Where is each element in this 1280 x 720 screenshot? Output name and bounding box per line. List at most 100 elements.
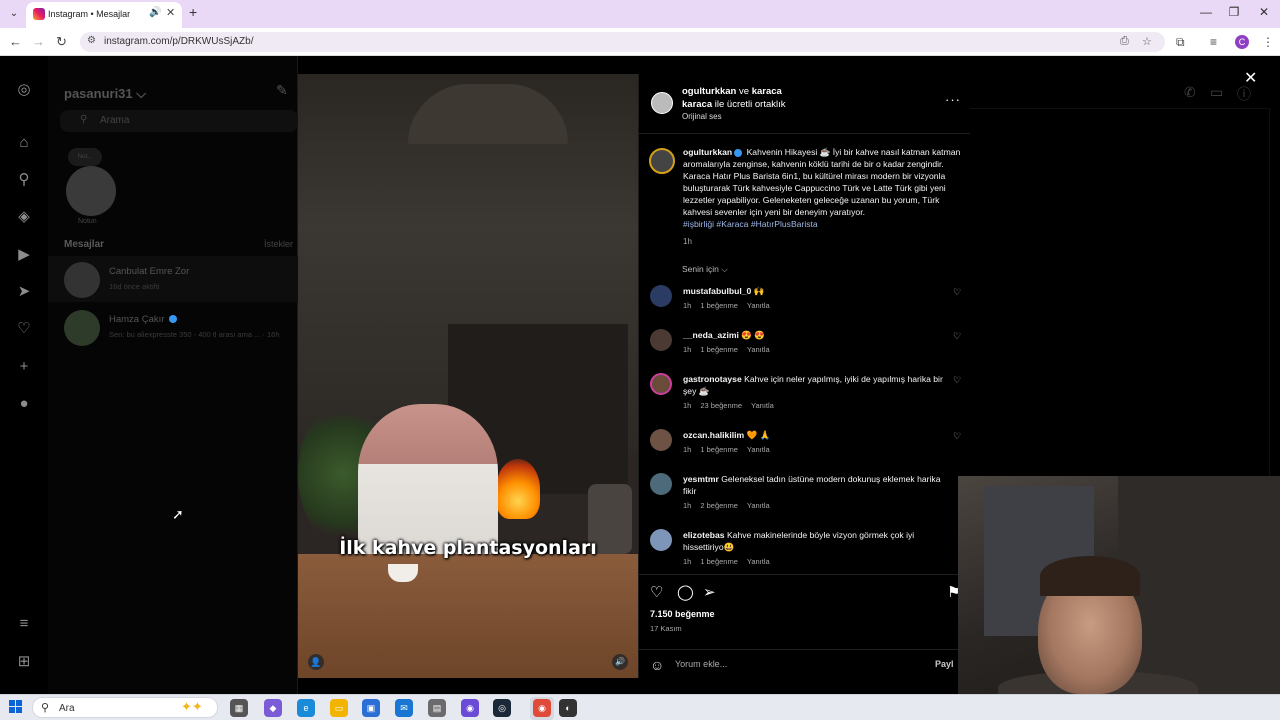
comment-sort-dropdown[interactable]: Senin için ⌵ — [682, 264, 728, 275]
browser-menu-icon[interactable]: ⋮ — [1262, 35, 1274, 49]
requests-link[interactable]: İstekler — [264, 239, 293, 249]
author-avatar[interactable] — [651, 92, 673, 114]
comment-avatar[interactable] — [650, 285, 672, 307]
address-bar[interactable]: ⚙ instagram.com/p/DRKWUsSjAZb/ ⎙ ☆ — [80, 32, 1165, 52]
caption-avatar[interactable] — [649, 148, 675, 174]
comment-bubble-icon[interactable]: ◯ — [677, 583, 694, 601]
microsoft-store-icon[interactable]: ▣ — [362, 699, 380, 717]
comment-avatar[interactable] — [650, 429, 672, 451]
explore-icon[interactable]: ◈ — [14, 207, 34, 227]
comment-input[interactable]: Yorum ekle... — [675, 659, 915, 669]
bookmark-star-icon[interactable]: ☆ — [1142, 35, 1152, 48]
tab-close-icon[interactable]: ✕ — [166, 6, 175, 19]
media-control-icon[interactable]: ≡ — [1210, 35, 1217, 49]
note-bubble[interactable]: Not... — [68, 148, 102, 166]
reply-button[interactable]: Yanıtla — [747, 501, 770, 510]
edge-icon[interactable]: e — [297, 699, 315, 717]
meta-apps-icon[interactable]: ⊞ — [14, 652, 34, 672]
comment-like-icon[interactable]: ♡ — [953, 375, 961, 386]
comment-text: elizotebas Kahve makinelerinde böyle viz… — [683, 530, 915, 552]
caption-username[interactable]: ogulturkkan — [683, 147, 732, 157]
reply-button[interactable]: Yanıtla — [747, 345, 770, 354]
search-icon[interactable]: ⚲ — [14, 170, 34, 190]
window-close-icon[interactable]: ✕ — [1254, 5, 1274, 19]
dm-username[interactable]: pasanuri31 ⌵ — [64, 86, 146, 102]
forward-icon[interactable]: → — [32, 34, 45, 49]
likes-count[interactable]: 7.150 beğenme — [650, 609, 715, 619]
conversation-item[interactable]: Hamza Çakır Sen: bu aliexpresste 350 - 4… — [48, 304, 298, 350]
reply-button[interactable]: Yanıtla — [751, 401, 774, 410]
comment-like-icon[interactable]: ♡ — [953, 431, 961, 442]
taskbar-search-text: Ara — [59, 703, 75, 714]
audio-toggle-icon[interactable]: 🔊 — [612, 654, 628, 670]
conversation-status: 16d önce aktifti — [109, 282, 160, 291]
note-label: Notun — [78, 218, 97, 225]
create-icon[interactable]: + — [14, 357, 34, 377]
new-tab-icon[interactable]: + — [189, 4, 197, 20]
conversation-preview: Sen: bu aliexpresste 350 - 400 tl arası … — [109, 330, 280, 339]
site-info-icon[interactable]: ⚙ — [87, 35, 96, 46]
windows-start-icon[interactable] — [9, 700, 23, 714]
conversation-name: Canbulat Emre Zor — [109, 266, 190, 277]
search-icon: ⚲ — [80, 114, 88, 125]
task-view-icon[interactable]: ▦ — [230, 699, 248, 717]
reply-button[interactable]: Yanıtla — [747, 557, 770, 566]
instagram-logo-icon[interactable]: ◎ — [14, 80, 34, 100]
browser-tab[interactable]: Instagram • Mesajlar 🔊 ✕ — [26, 2, 182, 28]
like-heart-icon[interactable]: ♡ — [650, 583, 663, 601]
notifications-heart-icon[interactable]: ♡ — [14, 319, 34, 339]
tab-search-icon[interactable]: ⌄ — [6, 6, 22, 22]
dm-search-input[interactable]: ⚲ Arama — [60, 110, 298, 132]
tagged-users-icon[interactable]: 👤 — [308, 654, 324, 670]
comment-like-icon[interactable]: ♡ — [953, 287, 961, 298]
mouse-cursor-icon: ➚ — [172, 506, 184, 522]
comment-avatar[interactable] — [650, 329, 672, 351]
restore-icon[interactable]: ❐ — [1224, 5, 1244, 19]
steam-icon[interactable]: ◎ — [493, 699, 511, 717]
conversation-avatar — [64, 310, 100, 346]
comment-like-icon[interactable]: ♡ — [953, 331, 961, 342]
emoji-icon[interactable]: ☺ — [650, 657, 664, 673]
audio-label[interactable]: Orijinal ses — [682, 112, 722, 121]
reply-button[interactable]: Yanıtla — [747, 445, 770, 454]
comment-avatar[interactable] — [650, 529, 672, 551]
post-authors[interactable]: ogulturkkan ve karaca — [682, 86, 782, 97]
browser-profile-avatar[interactable]: C — [1235, 35, 1249, 49]
paid-partnership-label[interactable]: karaca ile ücretli ortaklık — [682, 99, 786, 110]
discord-icon[interactable]: ◉ — [461, 699, 479, 717]
caption-hashtags[interactable]: #işbirliği #Karaca #HatırPlusBarista — [683, 219, 818, 229]
copilot-icon[interactable]: ◆ — [264, 699, 282, 717]
dm-search-placeholder: Arama — [100, 115, 130, 126]
comment-meta: 1h 1 beğenme Yanıtla — [683, 345, 770, 354]
share-icon[interactable]: ➢ — [703, 583, 716, 601]
more-menu-icon[interactable]: ≡ — [14, 614, 34, 634]
comment-avatar[interactable] — [650, 373, 672, 395]
reply-button[interactable]: Yanıtla — [747, 301, 770, 310]
extensions-icon[interactable]: ⧉ — [1176, 35, 1185, 50]
more-options-icon[interactable]: ··· — [945, 92, 961, 107]
video-person — [358, 404, 498, 554]
app-icon[interactable]: ▤ — [428, 699, 446, 717]
install-app-icon[interactable]: ⎙ — [1120, 35, 1129, 48]
conversation-item[interactable]: Canbulat Emre Zor 16d önce aktifti — [48, 256, 298, 302]
file-explorer-icon[interactable]: ▭ — [330, 699, 348, 717]
modal-close-icon[interactable]: ✕ — [1244, 68, 1257, 88]
compose-icon[interactable]: ✎ — [276, 82, 288, 99]
post-comment-button[interactable]: Payl — [935, 659, 954, 669]
note-avatar[interactable] — [66, 166, 116, 216]
reel-video[interactable]: İlk kahve plantasyonları 👤 🔊 — [298, 74, 638, 678]
reels-icon[interactable]: ▶ — [14, 245, 34, 265]
url-text[interactable]: instagram.com/p/DRKWUsSjAZb/ — [104, 36, 253, 47]
profile-avatar-icon[interactable]: ● — [14, 394, 34, 414]
home-icon[interactable]: ⌂ — [14, 133, 34, 153]
back-icon[interactable]: ← — [9, 34, 22, 49]
minimize-icon[interactable]: — — [1196, 5, 1216, 19]
outlook-icon[interactable]: ✉ — [395, 699, 413, 717]
reload-icon[interactable]: ↻ — [56, 34, 67, 50]
tab-audio-icon[interactable]: 🔊 — [149, 7, 161, 18]
taskbar-search-input[interactable]: ⚲ Ara ✦✦ — [32, 697, 218, 718]
chrome-icon[interactable]: ◉ — [533, 699, 551, 717]
messages-icon[interactable]: ➤ — [14, 282, 34, 302]
comment-avatar[interactable] — [650, 473, 672, 495]
obs-icon[interactable]: ◐ — [559, 699, 577, 717]
